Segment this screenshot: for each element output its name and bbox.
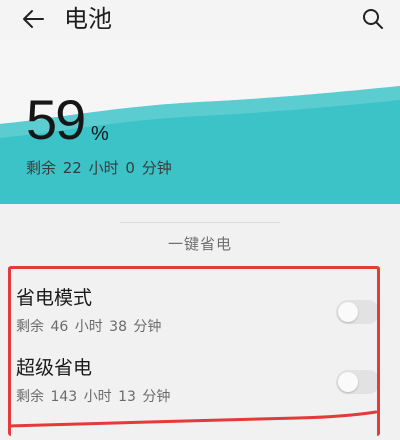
toggle-knob [338,302,358,322]
super-power-saving-toggle[interactable] [336,370,380,394]
section-divider [120,222,280,223]
power-saving-mode-row[interactable]: 省电模式 剩余 46 小时 38 分钟 [0,286,400,356]
page-title: 电池 [64,5,112,33]
power-saving-mode-toggle[interactable] [336,300,380,324]
super-power-saving-row[interactable]: 超级省电 剩余 143 小时 13 分钟 [0,356,400,426]
super-power-saving-title: 超级省电 [16,357,93,379]
arrow-left-icon[interactable] [20,6,46,32]
search-icon[interactable] [360,6,386,32]
power-saving-mode-title: 省电模式 [16,287,93,309]
toggle-knob [338,372,358,392]
battery-percent-value: 59 [26,88,86,151]
battery-remaining-time: 剩余 22 小时 0 分钟 [26,159,172,177]
super-power-saving-remaining: 剩余 143 小时 13 分钟 [16,389,171,405]
one-key-power-saving-label: 一键省电 [167,235,232,253]
power-saving-mode-remaining: 剩余 46 小时 38 分钟 [16,319,162,335]
battery-percent-unit: % [91,123,109,145]
app-header: 电池 [0,0,400,40]
